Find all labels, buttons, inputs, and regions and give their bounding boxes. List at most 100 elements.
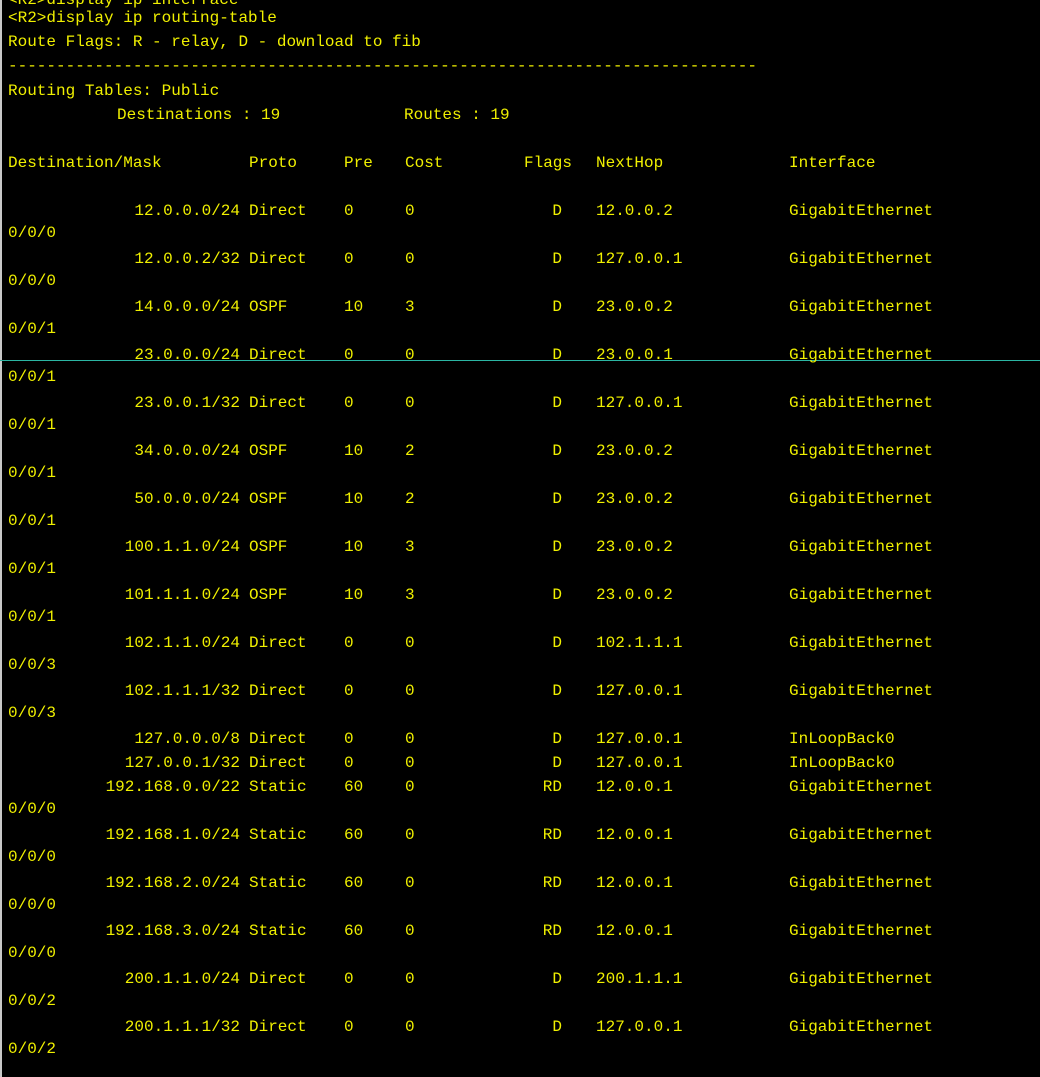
cell-interface-port: 0/0/0 — [8, 272, 57, 290]
cell-interface-port: 0/0/1 — [8, 560, 57, 578]
cell-destination: 14.0.0.0/24 — [134, 298, 240, 316]
cell-proto: OSPF — [249, 442, 288, 460]
cell-pre: 10 — [344, 538, 364, 556]
cell-pre: 0 — [344, 634, 354, 652]
table-row: 23.0.0.1/32 Direct 0 0 D 127.0.0.1 GigabitEthe… — [0, 391, 1040, 434]
cell-proto: Direct — [249, 202, 307, 220]
cell-interface: GigabitEthernet — [789, 490, 934, 508]
cell-interface-port: 0/0/1 — [8, 416, 57, 434]
table-row: 34.0.0.0/24 OSPF 10 2 D 23.0.0.2 GigabitEthern… — [0, 439, 1040, 482]
cell-nexthop: 23.0.0.2 — [596, 490, 673, 508]
cell-nexthop: 127.0.0.1 — [596, 250, 683, 268]
cell-cost: 0 — [405, 874, 415, 892]
cell-proto: Direct — [249, 682, 307, 700]
cell-flags: RD — [542, 874, 562, 892]
cell-cost: 0 — [405, 922, 415, 940]
separator-dashes: ----------------------------------------… — [8, 57, 757, 75]
cell-pre: 0 — [344, 202, 354, 220]
cell-proto: Direct — [249, 730, 307, 748]
cell-pre: 10 — [344, 298, 364, 316]
cell-interface: GigabitEthernet — [789, 586, 934, 604]
cell-flags: RD — [542, 778, 562, 796]
header-proto: Proto — [249, 154, 298, 172]
table-row: 100.1.1.0/24 OSPF 10 3 D 23.0.0.2 GigabitEther… — [0, 535, 1040, 578]
cell-destination: 12.0.0.0/24 — [134, 202, 240, 220]
cell-destination: 102.1.1.0/24 — [124, 634, 240, 652]
table-row: 102.1.1.0/24 Direct 0 0 D 102.1.1.1 GigabitEth… — [0, 631, 1040, 674]
cell-pre: 0 — [344, 970, 354, 988]
cell-interface: InLoopBack0 — [789, 730, 895, 748]
cell-pre: 10 — [344, 490, 364, 508]
cell-interface-port: 0/0/0 — [8, 944, 57, 962]
route-flags-legend: Route Flags: R - relay, D - download to … — [8, 33, 421, 51]
cell-interface-port: 0/0/1 — [8, 320, 57, 338]
cell-cost: 3 — [405, 538, 415, 556]
cell-flags: D — [552, 682, 562, 700]
cell-cost: 0 — [405, 202, 415, 220]
cell-interface: GigabitEthernet — [789, 202, 934, 220]
cell-nexthop: 127.0.0.1 — [596, 1018, 683, 1036]
cell-proto: Static — [249, 922, 307, 940]
table-row: 14.0.0.0/24 OSPF 10 3 D 23.0.0.2 GigabitEthern… — [0, 295, 1040, 338]
cell-interface-port: 0/0/1 — [8, 464, 57, 482]
cell-destination: 200.1.1.0/24 — [124, 970, 240, 988]
cell-flags: RD — [542, 922, 562, 940]
cell-flags: D — [552, 490, 562, 508]
cell-nexthop: 23.0.0.2 — [596, 298, 673, 316]
table-row: 102.1.1.1/32 Direct 0 0 D 127.0.0.1 GigabitEth… — [0, 679, 1040, 722]
cell-destination: 192.168.1.0/24 — [105, 826, 240, 844]
cell-proto: Static — [249, 778, 307, 796]
cell-interface-port: 0/0/1 — [8, 512, 57, 530]
cell-destination: 127.0.0.1/32 — [124, 754, 240, 772]
table-row: 12.0.0.2/32 Direct 0 0 D 127.0.0.1 GigabitEthe… — [0, 247, 1040, 290]
cell-proto: Direct — [249, 634, 307, 652]
cell-destination: 192.168.2.0/24 — [105, 874, 240, 892]
cell-nexthop: 23.0.0.2 — [596, 538, 673, 556]
cell-interface: GigabitEthernet — [789, 874, 934, 892]
cell-pre: 60 — [344, 826, 364, 844]
cell-proto: Static — [249, 874, 307, 892]
cell-flags: D — [552, 538, 562, 556]
header-nexthop: NextHop — [596, 154, 664, 172]
cell-proto: OSPF — [249, 538, 288, 556]
header-interface: Interface — [789, 154, 876, 172]
cell-interface-port: 0/0/0 — [8, 896, 57, 914]
cell-proto: Direct — [249, 250, 307, 268]
cell-interface: GigabitEthernet — [789, 970, 934, 988]
cell-interface: GigabitEthernet — [789, 394, 934, 412]
table-row: 101.1.1.0/24 OSPF 10 3 D 23.0.0.2 GigabitEther… — [0, 583, 1040, 626]
cell-interface-port: 0/0/3 — [8, 656, 57, 674]
cell-flags: D — [552, 250, 562, 268]
cell-flags: D — [552, 754, 562, 772]
cell-pre: 60 — [344, 874, 364, 892]
cell-nexthop: 200.1.1.1 — [596, 970, 683, 988]
cell-nexthop: 127.0.0.1 — [596, 394, 683, 412]
cell-proto: OSPF — [249, 298, 288, 316]
cell-interface: GigabitEthernet — [789, 250, 934, 268]
cell-flags: D — [552, 970, 562, 988]
table-row: 192.168.2.0/24 Static 60 0 RD 12.0.0.1 Gigabit… — [0, 871, 1040, 914]
cell-proto: OSPF — [249, 490, 288, 508]
cell-interface: GigabitEthernet — [789, 442, 934, 460]
cell-destination: 100.1.1.0/24 — [124, 538, 240, 556]
table-row: 192.168.0.0/22 Static 60 0 RD 12.0.0.1 Gigabit… — [0, 775, 1040, 818]
terminal-window[interactable]: <R2>display ip interface <R2>display ip … — [0, 0, 1040, 1077]
cell-pre: 0 — [344, 730, 354, 748]
cell-cost: 0 — [405, 346, 415, 364]
cell-nexthop: 127.0.0.1 — [596, 754, 683, 772]
cell-interface-port: 0/0/2 — [8, 992, 57, 1010]
cell-cost: 3 — [405, 298, 415, 316]
cell-interface-port: 0/0/1 — [8, 368, 57, 386]
cell-destination: 101.1.1.0/24 — [124, 586, 240, 604]
cell-interface: GigabitEthernet — [789, 1018, 934, 1036]
cell-interface: GigabitEthernet — [789, 538, 934, 556]
cell-destination: 23.0.0.1/32 — [134, 394, 240, 412]
cell-nexthop: 23.0.0.2 — [596, 586, 673, 604]
cell-cost: 0 — [405, 682, 415, 700]
header-cost: Cost — [405, 154, 444, 172]
cell-cost: 0 — [405, 250, 415, 268]
cell-cost: 3 — [405, 586, 415, 604]
header-flags: Flags — [524, 154, 573, 172]
cell-destination: 192.168.3.0/24 — [105, 922, 240, 940]
cell-cost: 0 — [405, 970, 415, 988]
